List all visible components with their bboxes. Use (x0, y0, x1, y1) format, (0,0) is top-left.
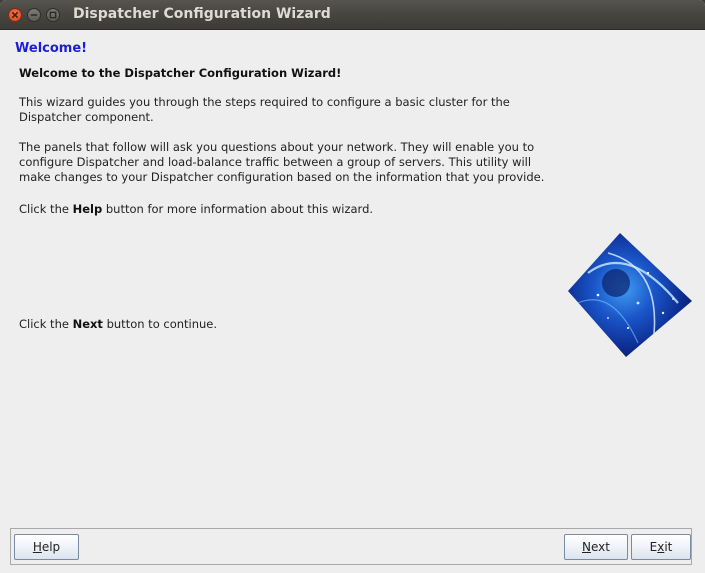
page-heading: Welcome! (15, 41, 88, 56)
page-subheading: Welcome to the Dispatcher Configuration … (19, 66, 342, 80)
minimize-icon[interactable] (27, 8, 41, 22)
help-hint: Click the Help button for more informati… (19, 202, 559, 217)
galaxy-image (568, 233, 692, 361)
next-hint-after: button to continue. (102, 317, 218, 331)
help-hint-after: button for more information about this w… (102, 202, 374, 216)
next-label-rest: ext (591, 540, 610, 554)
next-button[interactable]: Next (564, 534, 628, 560)
help-hint-before: Click the (19, 202, 73, 216)
button-bar: Help Next Exit (10, 528, 692, 565)
panels-paragraph: The panels that follow will ask you ques… (19, 140, 545, 184)
exit-button[interactable]: Exit (631, 534, 691, 560)
next-hint-bold: Next (72, 317, 103, 331)
help-hint-bold: Help (72, 202, 103, 216)
wizard-window: Dispatcher Configuration Wizard Welcome!… (0, 0, 705, 573)
next-mnemonic: N (582, 540, 591, 554)
help-button[interactable]: Help (14, 534, 79, 560)
help-mnemonic: H (32, 540, 42, 554)
intro-paragraph: This wizard guides you through the steps… (19, 95, 510, 124)
exit-label-rest: it (664, 540, 673, 554)
maximize-icon[interactable] (46, 8, 60, 22)
close-icon[interactable] (8, 8, 22, 22)
next-hint-before: Click the (19, 317, 73, 331)
help-label-rest: elp (41, 540, 61, 554)
window-title: Dispatcher Configuration Wizard (73, 6, 331, 22)
next-hint: Click the Next button to continue. (19, 317, 559, 332)
wizard-content: Welcome! Welcome to the Dispatcher Confi… (0, 30, 705, 573)
title-bar[interactable]: Dispatcher Configuration Wizard (0, 0, 705, 30)
